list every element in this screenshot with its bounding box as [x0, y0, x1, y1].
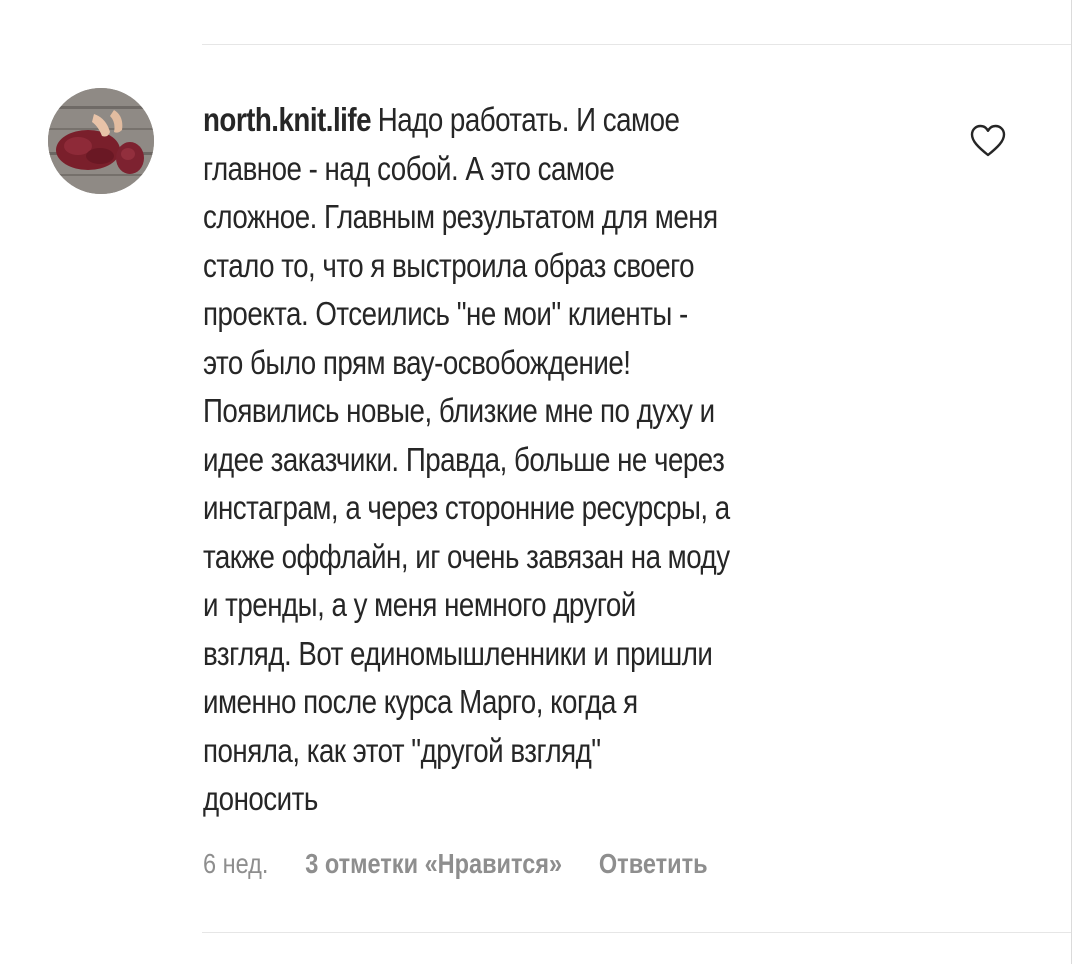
comment-line: главное - над собой. А это самое [203, 149, 615, 187]
avatar[interactable] [48, 88, 154, 194]
comment-line: именно после курса Марго, когда я [203, 683, 638, 720]
avatar-image [48, 88, 154, 194]
comment-line: идее заказчики. Правда, больше не через [203, 440, 725, 478]
heart-outline-icon[interactable] [970, 124, 1006, 158]
likes-count-button[interactable]: 3 отметки «Нравится» [305, 848, 562, 879]
comment-line: и тренды, а у меня немного другой [203, 586, 636, 623]
comment-meta: 6 нед. 3 отметки «Нравится» Ответить [203, 848, 708, 880]
comment-line: проекта. Отсеились "не мои" клиенты - [203, 295, 688, 332]
comment-line: инстаграм, а через сторонние ресурсры, а [203, 489, 730, 526]
comment-username[interactable]: north.knit.life [203, 101, 372, 138]
divider-top [202, 44, 1071, 45]
comment-line: взгляд. Вот единомышленники и пришли [203, 634, 713, 672]
comment-line: Появились новые, близкие мне по духу и [203, 392, 715, 429]
comment-line: north.knit.life Надо работать. И самое [203, 101, 680, 138]
comment-line: поняла, как этот "другой взгляд" [203, 731, 601, 769]
divider-bottom [202, 932, 1071, 933]
comment-line: также оффлайн, иг очень завязан на моду [203, 537, 730, 575]
reply-button[interactable]: Ответить [599, 848, 708, 879]
comment-body: north.knit.life Надо работать. И самое гл… [203, 96, 942, 824]
comment-line: стало то, что я выстроила образ своего [203, 246, 695, 284]
comment-line: сложное. Главным результатом для меня [203, 198, 718, 235]
comment-age[interactable]: 6 нед. [203, 848, 268, 879]
comment-line: это было прям вау-освобождение! [203, 343, 631, 381]
comment-line: доносить [203, 780, 318, 817]
